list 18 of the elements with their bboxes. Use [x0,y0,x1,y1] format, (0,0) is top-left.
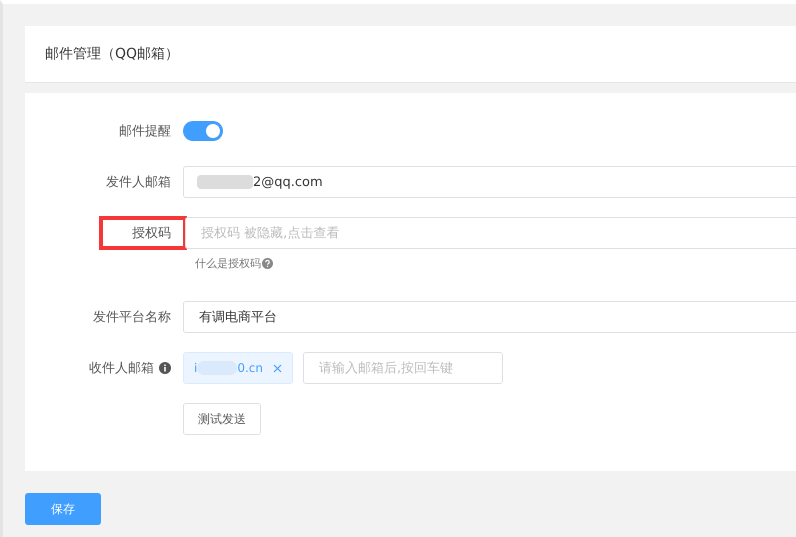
input-field[interactable]: 请输入邮箱后,按回车键 [303,352,503,384]
field-label: 授权码 [101,218,185,248]
test-send-button[interactable]: 测试发送 [183,403,261,435]
tag-text: 0.cn [237,361,263,375]
field-label: 收件人邮箱 [89,360,154,377]
field-label: 邮件提醒 [118,123,172,141]
help-icon[interactable] [262,258,273,269]
info-icon [159,362,171,374]
close-icon[interactable] [273,364,282,372]
help-link[interactable]: 什么是授权码 [195,256,261,271]
input-field[interactable]: 授权码 被隐藏,点击查看 [185,217,796,249]
field-label: 发件人邮箱 [105,174,172,192]
field-label: 发件平台名称 [92,309,172,327]
page-title: 邮件管理（QQ邮箱） [45,45,180,63]
input-field[interactable]: 2@qq.com [183,166,796,198]
input-field[interactable]: 有调电商平台 [183,301,796,333]
tag-text: i [194,361,198,375]
toggle-switch[interactable] [183,121,223,141]
